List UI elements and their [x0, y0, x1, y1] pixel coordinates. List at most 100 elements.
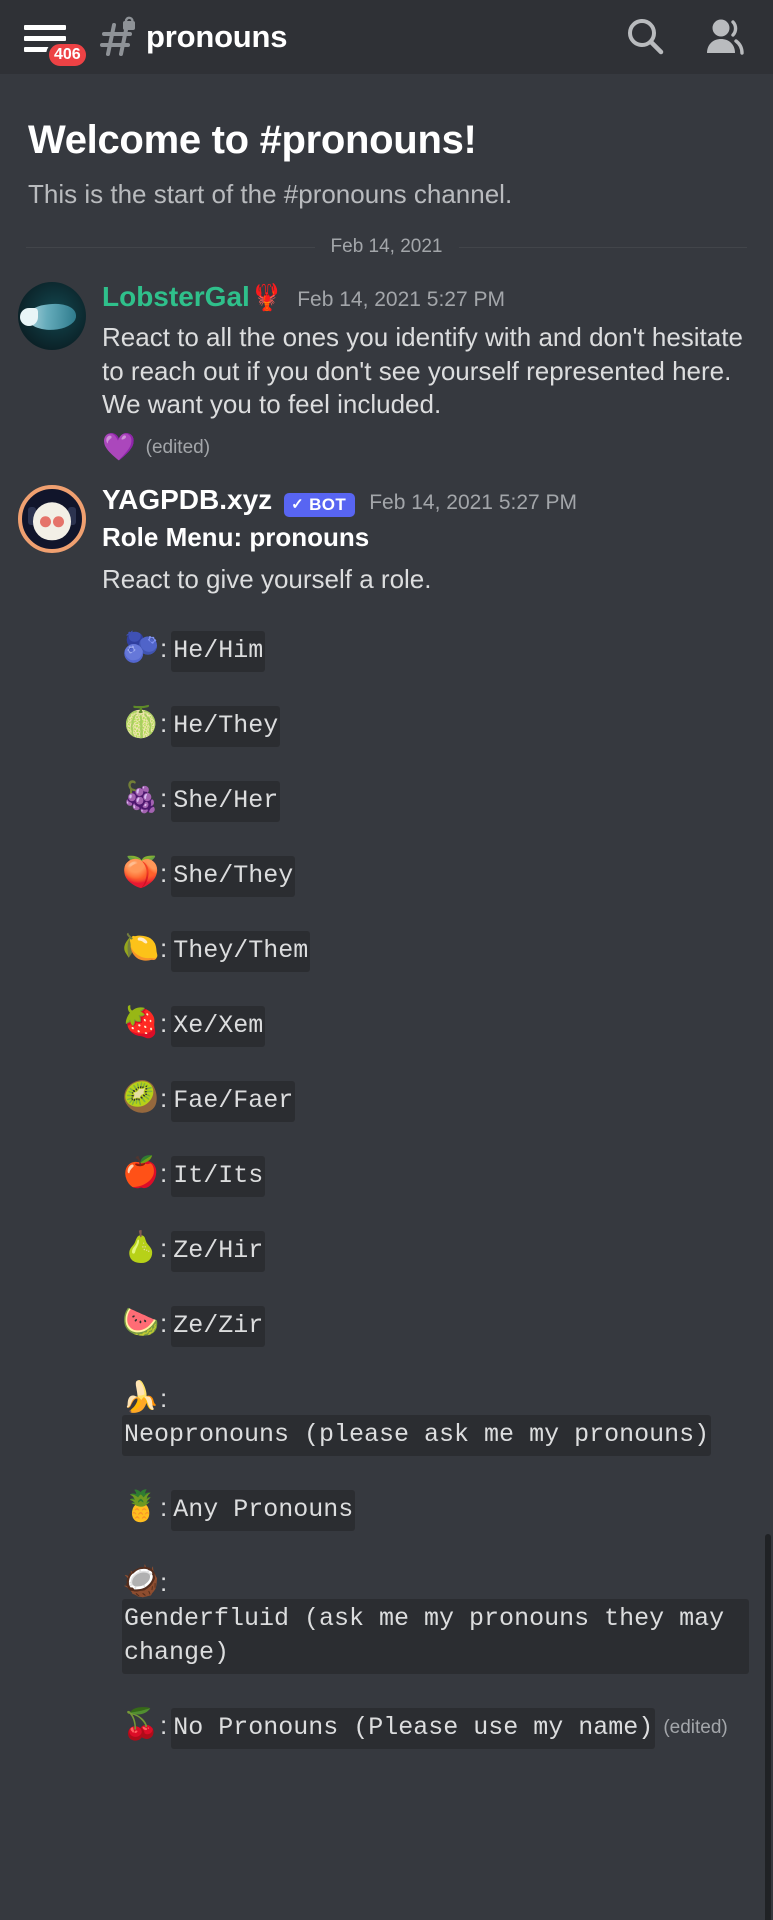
purple-heart-emoji[interactable]: 💜	[102, 434, 136, 461]
role-menu-row[interactable]: 🍋 : They/Them	[102, 930, 749, 972]
message-author[interactable]: YAGPDB.xyz	[102, 484, 272, 516]
role-menu-row[interactable]: 🍑 : She/They	[102, 855, 749, 897]
role-separator: :	[160, 857, 168, 888]
role-label: Neopronouns (please ask me my pronouns)	[122, 1414, 712, 1456]
pineapple-emoji[interactable]: 🍍	[122, 1490, 160, 1524]
role-separator: :	[160, 1007, 168, 1038]
page-title: pronouns	[146, 19, 288, 54]
avatar-art	[53, 516, 64, 528]
peach-emoji[interactable]: 🍑	[122, 856, 160, 890]
cherries-emoji[interactable]: 🍒	[122, 1708, 160, 1742]
grapes-emoji[interactable]: 🍇	[122, 781, 160, 815]
role-menu-row[interactable]: 🍌 : Neopronouns (please ask me my pronou…	[102, 1381, 749, 1456]
welcome-title: Welcome to #pronouns!	[28, 118, 477, 162]
divider-line-left	[26, 246, 315, 248]
message-body: YAGPDB.xyz ✓ BOT Feb 14, 2021 5:27 PM Ro…	[102, 484, 749, 1783]
role-menu-row[interactable]: 🍇 : She/Her	[102, 780, 749, 822]
kiwi-emoji[interactable]: 🥝	[122, 1081, 160, 1115]
role-menu-instruction: React to give yourself a role.	[102, 563, 432, 594]
avatar[interactable]	[18, 485, 86, 554]
role-separator: :	[160, 707, 168, 738]
apple-emoji[interactable]: 🍎	[122, 1156, 160, 1190]
welcome-subtitle: This is the start of the #pronouns chann…	[28, 179, 513, 209]
strawberry-emoji[interactable]: 🍓	[122, 1006, 160, 1040]
role-label: He/Him	[171, 630, 266, 672]
role-label: No Pronouns (Please use my name)	[171, 1707, 656, 1749]
message-author[interactable]: LobsterGal	[102, 281, 250, 313]
message-lobstergal[interactable]: LobsterGal 🦞 Feb 14, 2021 5:27 PM React …	[0, 258, 773, 461]
date-divider: Feb 14, 2021	[26, 236, 748, 258]
role-label: He/They	[171, 705, 281, 747]
role-label: She/They	[171, 855, 296, 897]
role-separator: :	[160, 1382, 168, 1413]
role-label: Xe/Xem	[171, 1005, 266, 1047]
verified-check-icon: ✓	[291, 496, 305, 514]
pear-emoji[interactable]: 🍐	[122, 1231, 160, 1265]
role-menu-row[interactable]: 🍎 : It/Its	[102, 1155, 749, 1197]
avatar-art	[40, 516, 51, 528]
hamburger-bar	[24, 24, 66, 30]
date-divider-label: Feb 14, 2021	[330, 236, 443, 257]
divider-line-right	[458, 246, 748, 248]
role-menu-row[interactable]: 🍉 : Ze/Zir	[102, 1305, 749, 1347]
role-menu-row[interactable]: 🍈 : He/They	[102, 705, 749, 747]
role-menu-row[interactable]: 🥝 : Fae/Faer	[102, 1080, 749, 1122]
role-separator: :	[160, 632, 168, 663]
hamburger-menu-button[interactable]: 406	[24, 15, 89, 69]
vertical-scrollbar[interactable]	[765, 1534, 771, 1920]
role-label: They/Them	[171, 930, 311, 972]
message-yagpdb[interactable]: YAGPDB.xyz ✓ BOT Feb 14, 2021 5:27 PM Ro…	[0, 461, 773, 1783]
role-label: Ze/Hir	[171, 1230, 266, 1272]
lemon-emoji[interactable]: 🍋	[122, 931, 160, 965]
role-label: Genderfluid (ask me my pronouns they may…	[122, 1598, 749, 1674]
role-separator: :	[160, 1232, 168, 1263]
edited-label: (edited)	[663, 1716, 728, 1738]
watermelon-emoji[interactable]: 🍉	[122, 1306, 160, 1340]
bot-badge-label: BOT	[309, 495, 347, 515]
role-label: Ze/Zir	[171, 1305, 266, 1347]
role-label: It/Its	[171, 1155, 266, 1197]
role-separator: :	[160, 1082, 168, 1113]
hamburger-bar	[24, 35, 66, 41]
role-menu-row[interactable]: 🥥 : Genderfluid (ask me my pronouns they…	[102, 1565, 749, 1674]
channel-welcome-block: Welcome to #pronouns! This is the start …	[0, 74, 773, 210]
role-separator: :	[160, 1566, 168, 1597]
role-label: She/Her	[171, 780, 281, 822]
role-label: Any Pronouns	[171, 1489, 356, 1531]
members-icon[interactable]	[699, 11, 751, 63]
coconut-emoji[interactable]: 🥥	[122, 1565, 160, 1599]
message-list[interactable]: Welcome to #pronouns! This is the start …	[0, 74, 773, 1920]
melon-emoji[interactable]: 🍈	[122, 706, 160, 740]
role-separator: :	[160, 1157, 168, 1188]
role-menu-row[interactable]: 🍐 : Ze/Hir	[102, 1230, 749, 1272]
message-timestamp: Feb 14, 2021 5:27 PM	[369, 491, 578, 515]
role-menu-row[interactable]: 🍓 : Xe/Xem	[102, 1005, 749, 1047]
role-menu-row[interactable]: 🫐 : He/Him	[102, 630, 749, 672]
locked-hash-channel-icon	[96, 15, 140, 59]
role-menu-row[interactable]: 🍍 : Any Pronouns	[102, 1489, 749, 1531]
role-label: Fae/Faer	[171, 1080, 296, 1122]
unread-badge: 406	[46, 41, 89, 69]
avatar[interactable]	[18, 282, 86, 350]
message-timestamp: Feb 14, 2021 5:27 PM	[297, 288, 505, 311]
message-body: LobsterGal 🦞 Feb 14, 2021 5:27 PM React …	[102, 281, 749, 461]
role-separator: :	[160, 932, 168, 963]
search-icon[interactable]	[619, 11, 671, 63]
channel-header: 406 pronouns	[0, 0, 773, 74]
role-menu-list: 🫐 : He/Him 🍈 : He/They 🍇 : She/Her 🍑 : S…	[102, 630, 749, 1749]
blueberries-emoji[interactable]: 🫐	[122, 631, 160, 665]
message-footer: 💜 (edited)	[102, 434, 749, 461]
message-header: YAGPDB.xyz ✓ BOT Feb 14, 2021 5:27 PM	[102, 484, 749, 518]
role-separator: :	[160, 1709, 168, 1740]
message-text: React to all the ones you identify with …	[102, 321, 743, 420]
role-menu-row[interactable]: 🍒 : No Pronouns (Please use my name) (ed…	[102, 1707, 749, 1749]
role-separator: :	[160, 1491, 168, 1522]
message-header: LobsterGal 🦞 Feb 14, 2021 5:27 PM	[102, 281, 749, 313]
role-separator: :	[160, 1307, 168, 1338]
role-menu-title: Role Menu: pronouns	[102, 522, 370, 553]
avatar-art	[20, 308, 38, 326]
banana-emoji[interactable]: 🍌	[122, 1381, 160, 1415]
avatar-art	[33, 502, 71, 541]
role-separator: :	[160, 782, 168, 813]
lobster-emoji: 🦞	[250, 282, 284, 312]
